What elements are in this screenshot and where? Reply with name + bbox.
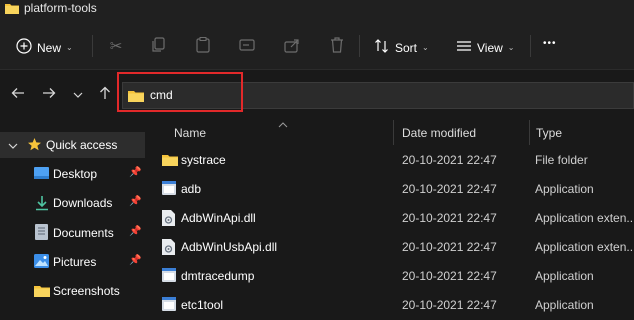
column-header-date-modified[interactable]: Date modified	[402, 126, 476, 140]
column-divider[interactable]	[393, 120, 394, 145]
sidebar-item-label: Screenshots	[53, 284, 120, 298]
star-icon	[27, 137, 42, 155]
file-date: 20-10-2021 22:47	[402, 153, 497, 167]
title-bar: platform-tools	[0, 0, 634, 24]
file-type: Application	[535, 298, 594, 312]
application-icon	[162, 268, 176, 284]
copy-icon[interactable]	[150, 37, 168, 57]
pin-icon[interactable]: 📌	[129, 226, 141, 237]
address-highlight-box	[117, 72, 243, 112]
view-button[interactable]: View ⌄	[456, 38, 515, 57]
file-name: systrace	[181, 153, 226, 167]
sidebar-item-label: Downloads	[53, 196, 113, 210]
up-arrow-icon[interactable]	[98, 86, 112, 104]
table-row[interactable]: adb 20-10-2021 22:47 Application	[150, 175, 634, 204]
toolbar-divider	[359, 35, 360, 57]
file-name: AdbWinApi.dll	[181, 211, 256, 225]
pin-icon[interactable]: 📌	[129, 167, 141, 178]
recent-locations-chevron-icon[interactable]	[73, 87, 83, 104]
column-divider[interactable]	[529, 120, 530, 145]
sort-icon	[374, 38, 390, 57]
toolbar-divider	[92, 35, 93, 57]
download-icon	[35, 195, 49, 214]
column-header-type[interactable]: Type	[536, 126, 562, 140]
sidebar-item-screenshots[interactable]: Screenshots	[0, 278, 145, 304]
cut-icon[interactable]: ✂	[107, 37, 125, 55]
sort-button[interactable]: Sort ⌄	[374, 38, 429, 57]
document-icon	[35, 224, 48, 243]
navigation-pane: Quick access Desktop 📌 Downloads 📌 Docum…	[0, 120, 145, 309]
folder-icon	[162, 153, 178, 169]
sidebar-item-label: Pictures	[53, 255, 97, 269]
application-icon	[162, 297, 176, 313]
pin-icon[interactable]: 📌	[129, 255, 141, 266]
file-type: Application	[535, 182, 594, 196]
chevron-down-icon[interactable]	[8, 140, 18, 154]
table-row[interactable]: systrace 20-10-2021 22:47 File folder	[150, 146, 634, 175]
command-bar	[0, 24, 634, 70]
new-button-label: New	[37, 40, 62, 55]
delete-icon[interactable]	[328, 37, 346, 57]
file-name: dmtracedump	[181, 269, 255, 283]
sidebar-item-desktop[interactable]: Desktop 📌	[0, 161, 145, 187]
dll-icon	[162, 239, 176, 255]
file-type: File folder	[535, 153, 588, 167]
file-name: AdbWinUsbApi.dll	[181, 240, 278, 254]
desktop-icon	[34, 167, 49, 183]
folder-icon	[34, 284, 50, 300]
file-date: 20-10-2021 22:47	[402, 240, 497, 254]
rename-icon[interactable]	[238, 37, 256, 57]
sidebar-item-downloads[interactable]: Downloads 📌	[0, 190, 145, 216]
file-date: 20-10-2021 22:47	[402, 269, 497, 283]
chevron-down-icon: ⌄	[422, 43, 429, 52]
file-name: adb	[181, 182, 202, 196]
sidebar-item-quick-access[interactable]: Quick access	[0, 132, 145, 158]
file-type: Application exten...	[535, 211, 634, 225]
toolbar-divider	[530, 35, 531, 57]
sort-ascending-chevron-icon	[278, 117, 288, 131]
chevron-down-icon: ⌄	[66, 43, 73, 52]
application-icon	[162, 181, 176, 197]
back-arrow-icon[interactable]	[11, 86, 25, 104]
share-icon[interactable]	[283, 37, 301, 57]
sidebar-item-pictures[interactable]: Pictures 📌	[0, 249, 145, 275]
sidebar-item-label: Documents	[53, 226, 114, 240]
table-row[interactable]: etc1tool 20-10-2021 22:47 Application	[150, 291, 634, 320]
view-button-label: View	[477, 40, 503, 55]
paste-icon[interactable]	[194, 37, 212, 57]
sidebar-item-documents[interactable]: Documents 📌	[0, 220, 145, 246]
file-date: 20-10-2021 22:47	[402, 298, 497, 312]
view-list-icon	[456, 38, 472, 57]
table-row[interactable]: dmtracedump 20-10-2021 22:47 Application	[150, 262, 634, 291]
file-date: 20-10-2021 22:47	[402, 211, 497, 225]
more-options-button[interactable]: •••	[543, 38, 557, 49]
window-title: platform-tools	[24, 1, 97, 15]
folder-icon	[5, 2, 19, 17]
chevron-down-icon: ⌄	[507, 43, 515, 52]
file-date: 20-10-2021 22:47	[402, 182, 497, 196]
dll-icon	[162, 210, 176, 226]
sort-button-label: Sort	[395, 40, 418, 55]
pin-icon[interactable]: 📌	[129, 196, 141, 207]
file-type: Application exten...	[535, 240, 634, 254]
picture-icon	[34, 254, 49, 271]
table-row[interactable]: AdbWinUsbApi.dll 20-10-2021 22:47 Applic…	[150, 233, 634, 262]
sidebar-item-label: Quick access	[46, 138, 118, 152]
plus-circle-icon	[16, 38, 32, 57]
file-type: Application	[535, 269, 594, 283]
sidebar-item-label: Desktop	[53, 167, 98, 181]
file-name: etc1tool	[181, 298, 224, 312]
new-button[interactable]: New ⌄	[16, 38, 73, 57]
column-header-name[interactable]: Name	[174, 126, 206, 140]
table-row[interactable]: AdbWinApi.dll 20-10-2021 22:47 Applicati…	[150, 204, 634, 233]
forward-arrow-icon[interactable]	[42, 86, 56, 104]
